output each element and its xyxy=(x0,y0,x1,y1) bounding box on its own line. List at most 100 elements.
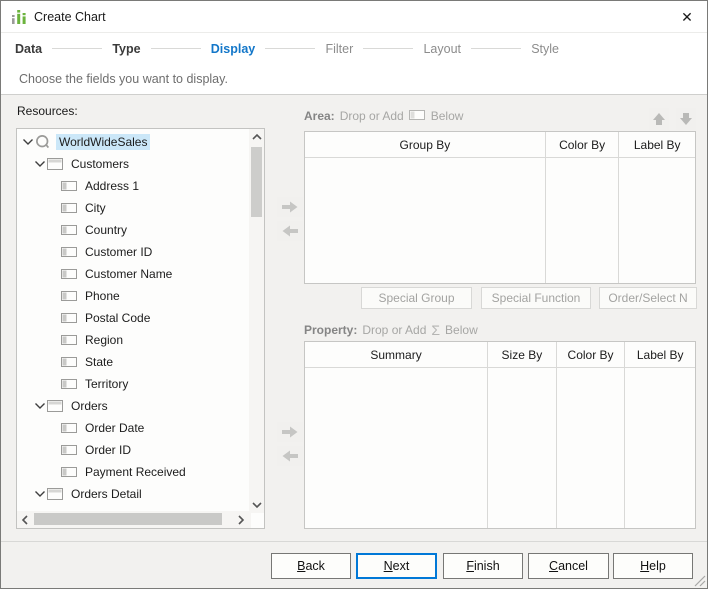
tree-item-customers[interactable]: Customers xyxy=(17,153,249,175)
property-hint-suffix: Below xyxy=(445,323,478,337)
tree-item-label: Postal Code xyxy=(82,310,153,326)
area-header: Area: Drop or Add Below xyxy=(304,107,463,125)
tree-item-worldwidesales[interactable]: WorldWideSales xyxy=(17,131,249,153)
property-drop-cell[interactable] xyxy=(557,368,626,528)
step-display[interactable]: Display xyxy=(211,42,255,56)
step-style[interactable]: Style xyxy=(531,42,559,56)
area-drop-cell[interactable] xyxy=(305,158,546,283)
resources-tree: WorldWideSales Customers Address 1 City Coun… xyxy=(16,128,265,529)
field-icon xyxy=(61,310,77,326)
field-icon xyxy=(61,332,77,348)
add-to-property-button right-arrow-icon[interactable] xyxy=(277,422,303,442)
horizontal-scroll-thumb[interactable] xyxy=(34,513,222,525)
back-button[interactable]: Back xyxy=(271,553,351,579)
step-connector xyxy=(151,48,201,49)
tree-item-postal-code[interactable]: Postal Code xyxy=(17,307,249,329)
property-drop-cell[interactable] xyxy=(305,368,488,528)
resources-label: Resources: xyxy=(17,104,78,118)
help-button[interactable]: Help xyxy=(613,553,693,579)
tree-item-territory[interactable]: Territory xyxy=(17,373,249,395)
area-drop-cell[interactable] xyxy=(619,158,695,283)
resize-grip[interactable] xyxy=(693,574,706,587)
chevron-down-icon[interactable] xyxy=(21,137,35,147)
move-down-button down-arrow-icon[interactable] xyxy=(676,108,696,130)
wizard-instruction: Choose the fields you want to display. xyxy=(19,64,228,94)
area-table-header: Group ByColor ByLabel By xyxy=(305,132,695,158)
dialog-title: Create Chart xyxy=(34,10,106,24)
move-up-button up-arrow-icon[interactable] xyxy=(649,108,669,130)
tree-rows: WorldWideSales Customers Address 1 City Coun… xyxy=(17,131,249,511)
tree-item-label: WorldWideSales xyxy=(56,134,150,150)
step-data[interactable]: Data xyxy=(15,42,42,56)
scroll-up-icon[interactable] xyxy=(249,129,264,145)
chevron-down-icon[interactable] xyxy=(33,401,47,411)
area-table[interactable]: Group ByColor ByLabel By xyxy=(304,131,696,284)
add-to-area-button right-arrow-icon[interactable] xyxy=(277,197,303,217)
area-hint-prefix: Drop or Add xyxy=(340,109,404,123)
tree-item-label: Region xyxy=(82,332,126,348)
vertical-scroll-thumb[interactable] xyxy=(251,147,262,217)
tree-vertical-scrollbar[interactable] xyxy=(249,129,264,513)
tree-item-label: Orders xyxy=(68,398,111,414)
tree-horizontal-scrollbar[interactable] xyxy=(17,511,251,528)
field-icon xyxy=(61,244,77,260)
tree-item-orders[interactable]: Orders xyxy=(17,395,249,417)
tree-item-label: Customer Name xyxy=(82,266,175,282)
property-header: Property: Drop or Add Σ Below xyxy=(304,321,478,339)
tree-item-orders-detail[interactable]: Orders Detail xyxy=(17,483,249,505)
tree-item-country[interactable]: Country xyxy=(17,219,249,241)
column-header-color-by: Color By xyxy=(557,342,626,367)
area-drop-cell[interactable] xyxy=(546,158,620,283)
tree-item-label: Customer ID xyxy=(82,244,155,260)
tree-item-address-1[interactable]: Address 1 xyxy=(17,175,249,197)
area-hint-suffix: Below xyxy=(431,109,464,123)
tree-item-label: Customers xyxy=(68,156,132,172)
chevron-down-icon[interactable] xyxy=(33,159,47,169)
tree-item-order-id[interactable]: Order ID xyxy=(17,439,249,461)
order-select-n-button[interactable]: Order/Select N xyxy=(599,287,697,309)
table-icon xyxy=(47,398,63,414)
tree-item-customer-name[interactable]: Customer Name xyxy=(17,263,249,285)
property-drop-cell[interactable] xyxy=(488,368,557,528)
cancel-button[interactable]: Cancel xyxy=(528,553,609,579)
remove-from-area-button left-arrow-icon[interactable] xyxy=(277,221,303,241)
next-button[interactable]: Next xyxy=(356,553,437,579)
column-header-color-by: Color By xyxy=(546,132,620,157)
property-title: Property: xyxy=(304,323,357,337)
scroll-left-icon[interactable] xyxy=(17,511,33,528)
column-header-label-by: Label By xyxy=(625,342,695,367)
bar-chart-icon xyxy=(11,9,27,25)
step-type[interactable]: Type xyxy=(112,42,140,56)
tree-item-region[interactable]: Region xyxy=(17,329,249,351)
scroll-down-icon[interactable] xyxy=(249,497,264,513)
property-table[interactable]: SummarySize ByColor ByLabel By xyxy=(304,341,696,529)
remove-from-property-button left-arrow-icon[interactable] xyxy=(277,446,303,466)
field-icon xyxy=(61,354,77,370)
tree-item-state[interactable]: State xyxy=(17,351,249,373)
tree-item-customer-id[interactable]: Customer ID xyxy=(17,241,249,263)
tree-item-phone[interactable]: Phone xyxy=(17,285,249,307)
footer-divider xyxy=(1,541,707,542)
step-layout[interactable]: Layout xyxy=(423,42,461,56)
chevron-down-icon[interactable] xyxy=(33,489,47,499)
step-connector xyxy=(363,48,413,49)
area-title: Area: xyxy=(304,109,335,123)
scroll-right-icon[interactable] xyxy=(233,511,249,528)
table-icon xyxy=(47,486,63,502)
step-filter[interactable]: Filter xyxy=(325,42,353,56)
column-header-size-by: Size By xyxy=(488,342,557,367)
field-icon xyxy=(61,420,77,436)
finish-button[interactable]: Finish xyxy=(443,553,523,579)
area-table-body[interactable] xyxy=(305,158,695,283)
tree-item-city[interactable]: City xyxy=(17,197,249,219)
tree-item-label: City xyxy=(82,200,109,216)
special-group-button[interactable]: Special Group xyxy=(361,287,472,309)
close-icon[interactable]: ✕ xyxy=(673,3,701,31)
property-drop-cell[interactable] xyxy=(625,368,695,528)
property-table-body[interactable] xyxy=(305,368,695,528)
special-function-button[interactable]: Special Function xyxy=(481,287,591,309)
tree-item-order-date[interactable]: Order Date xyxy=(17,417,249,439)
field-icon xyxy=(409,109,426,124)
tree-item-label: Territory xyxy=(82,376,131,392)
tree-item-payment-received[interactable]: Payment Received xyxy=(17,461,249,483)
